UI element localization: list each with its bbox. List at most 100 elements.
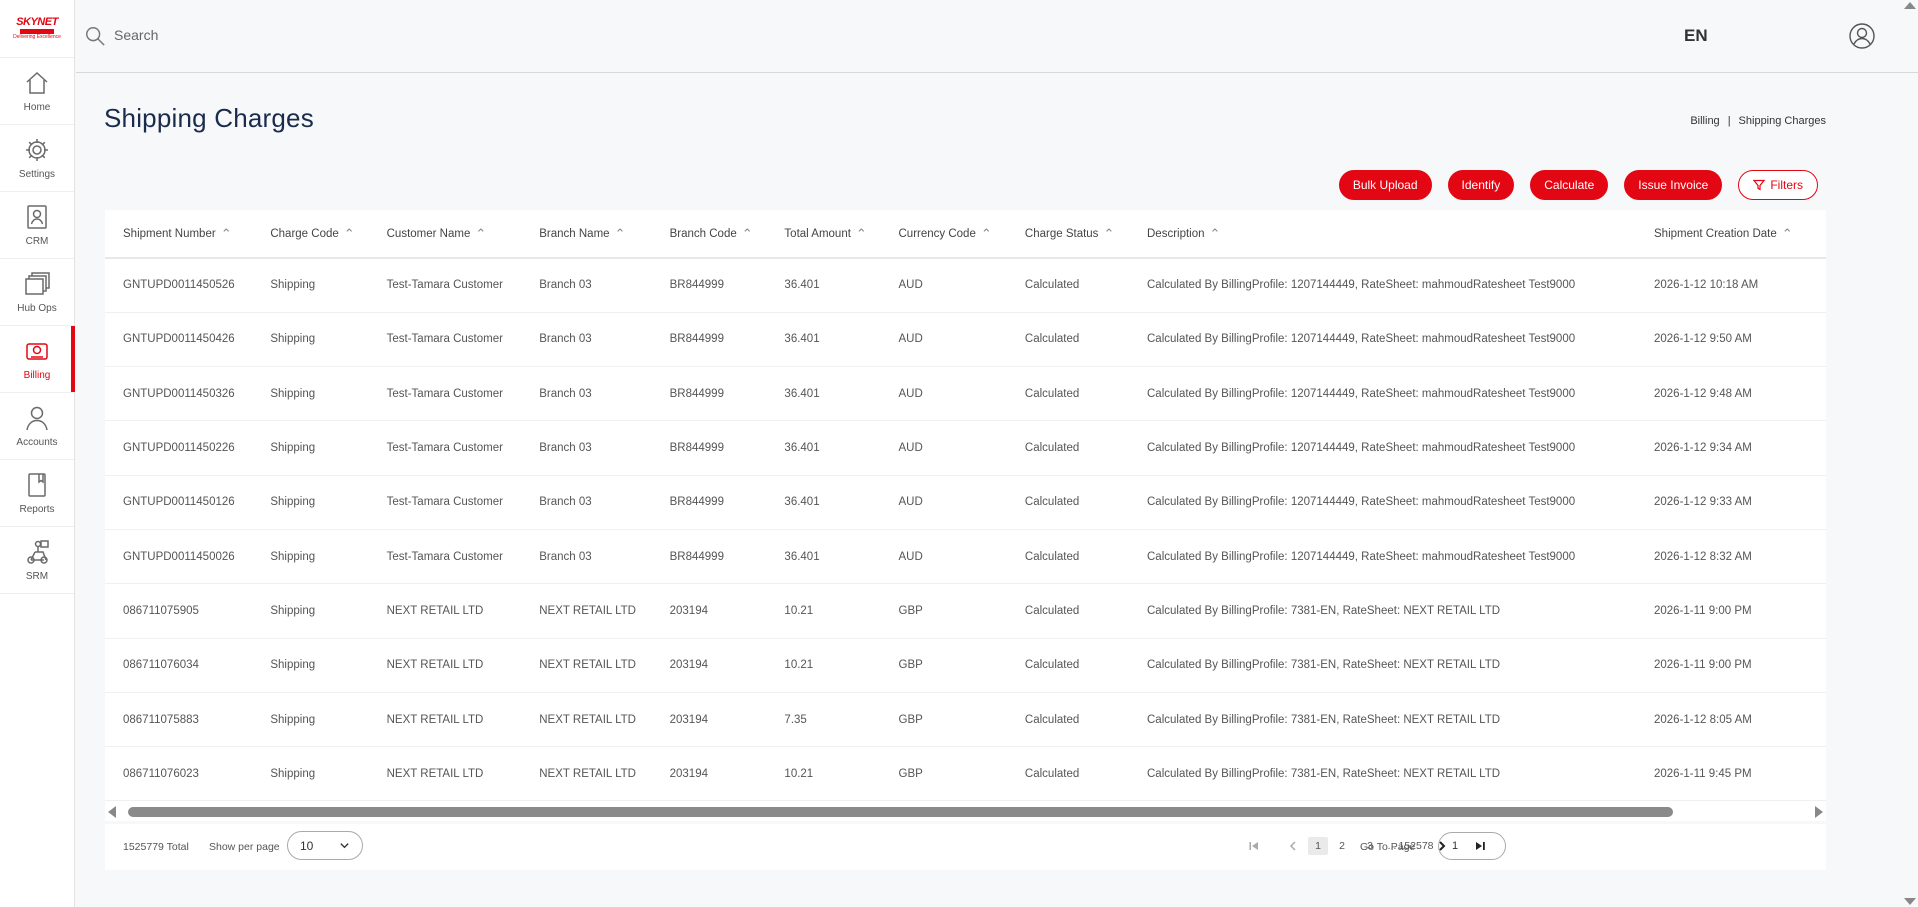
last-page-button[interactable] (1473, 837, 1487, 855)
breadcrumb-billing[interactable]: Billing (1690, 115, 1719, 127)
table-cell: 086711076023 (105, 746, 253, 802)
table-cell: Shipping (252, 258, 369, 313)
sort-icon[interactable]: ⌃ (742, 226, 753, 242)
table-row[interactable]: 086711076034 Shipping NEXT RETAIL LTD NEXT … (105, 638, 1826, 693)
sidebar-item-srm[interactable]: SRM (0, 527, 74, 594)
scroll-left-arrow[interactable] (108, 806, 116, 818)
table-cell: Calculated By BillingProfile: 7381-EN, R… (1129, 746, 1636, 802)
table-cell: Calculated By BillingProfile: 7381-EN, R… (1129, 692, 1636, 748)
table-cell: Calculated (1006, 312, 1129, 368)
column-header[interactable]: Shipment Creation Date ⌃ (1636, 210, 1814, 259)
scrollbar-thumb[interactable] (128, 807, 1673, 817)
sort-icon[interactable]: ⌃ (615, 226, 626, 242)
sidebar-item-label: Reports (19, 504, 55, 515)
column-header[interactable]: Customer Name ⌃ (368, 210, 522, 259)
page-button-2[interactable]: 2 (1334, 837, 1350, 855)
table-cell: Test-Tamara Customer (368, 312, 522, 368)
table-cell: 203194 (651, 692, 767, 748)
table-cell: Calculated By BillingProfile: 1207144449… (1129, 420, 1636, 476)
filters-button[interactable]: Filters (1738, 170, 1818, 200)
sidebar-item-crm[interactable]: CRM (0, 192, 74, 259)
sort-icon[interactable]: ⌃ (1210, 226, 1221, 242)
table-row[interactable]: GNTUPD0011450126 Shipping Test-Tamara Cust… (105, 475, 1826, 530)
sidebar-item-home[interactable]: Home (0, 58, 74, 125)
column-header[interactable]: Bi (1814, 210, 1826, 259)
identify-button[interactable]: Identify (1447, 170, 1515, 200)
table-cell: Test-Tamara Customer (368, 475, 522, 530)
app-logo[interactable]: SKYNET Delivering Excellence (0, 0, 74, 58)
issue-invoice-button[interactable]: Issue Invoice (1624, 170, 1723, 200)
column-header[interactable]: Currency Code ⌃ (880, 210, 1007, 259)
table-row[interactable]: GNTUPD0011450026 Shipping Test-Tamara Cust… (105, 529, 1826, 585)
scroll-up-arrow[interactable] (1904, 2, 1916, 9)
table-cell: GBP (880, 583, 1007, 639)
sort-icon[interactable]: ⌃ (475, 226, 486, 242)
column-header[interactable]: Shipment Number ⌃ (105, 210, 253, 259)
table-cell: Shipping (252, 746, 369, 802)
table-row[interactable]: 086711075905 Shipping NEXT RETAIL LTD NEXT … (105, 583, 1826, 639)
language-switcher[interactable]: EN (1684, 26, 1708, 46)
table-cell: AUD (880, 366, 1007, 422)
column-header[interactable]: Charge Status ⌃ (1006, 210, 1129, 259)
table-cell: Test-Tamara Customer (368, 420, 522, 476)
sidebar-item-accounts[interactable]: Accounts (0, 393, 74, 460)
column-header-label: Shipment Number (123, 227, 216, 240)
table-row[interactable]: GNTUPD0011450526 Shipping Test-Tamara Cust… (105, 258, 1826, 313)
column-header-label: Currency Code (898, 227, 976, 240)
column-header[interactable]: Branch Name ⌃ (521, 210, 652, 259)
per-page-label: Show per page (209, 841, 280, 853)
sort-icon[interactable]: ⌃ (344, 226, 355, 242)
sidebar-item-settings[interactable]: Settings (0, 125, 74, 192)
table-row[interactable]: GNTUPD0011450226 Shipping Test-Tamara Cust… (105, 420, 1826, 476)
table-row[interactable]: GNTUPD0011450326 Shipping Test-Tamara Cust… (105, 366, 1826, 422)
scroll-right-arrow[interactable] (1815, 806, 1823, 818)
first-page-button[interactable] (1247, 837, 1261, 855)
prev-page-button[interactable] (1287, 837, 1299, 855)
table-cell: NEXT RETAIL LTD (368, 583, 522, 639)
sidebar-item-hub-ops[interactable]: Hub Ops (0, 259, 74, 326)
sort-icon[interactable]: ⌃ (1103, 226, 1114, 242)
sort-icon[interactable]: ⌃ (856, 226, 867, 242)
horizontal-scrollbar[interactable] (105, 803, 1826, 821)
sidebar-item-reports[interactable]: Reports (0, 460, 74, 527)
scroll-down-arrow[interactable] (1904, 898, 1916, 905)
table-cell: BR844999 (651, 312, 767, 368)
column-header[interactable]: Description ⌃ (1129, 210, 1636, 259)
search-icon[interactable] (84, 25, 106, 47)
sort-icon[interactable]: ⌃ (981, 226, 992, 242)
table-row[interactable]: GNTUPD0011450426 Shipping Test-Tamara Cust… (105, 312, 1826, 368)
goto-page-input[interactable] (1438, 832, 1506, 860)
table-cell: 086711075883 (105, 692, 253, 748)
calculate-button[interactable]: Calculate (1530, 170, 1609, 200)
breadcrumb-separator: | (1727, 115, 1731, 127)
table-cell: GNTUPD0011450326 (105, 366, 253, 422)
table-cell: GNTUPD0011450026 (105, 529, 253, 585)
last-page-number[interactable]: 152578 (1398, 837, 1433, 855)
table-cell: Branch 03 (521, 420, 652, 476)
sort-icon[interactable]: ⌃ (1782, 226, 1793, 242)
column-header[interactable]: Branch Code ⌃ (651, 210, 767, 259)
courier-icon (27, 540, 49, 564)
page-button-1[interactable]: 1 (1308, 837, 1328, 855)
table-row[interactable]: 086711075883 Shipping NEXT RETAIL LTD NEXT … (105, 692, 1826, 748)
search-input[interactable] (114, 22, 514, 48)
chevron-right-icon (1439, 841, 1446, 851)
sidebar-item-label: Settings (18, 169, 56, 180)
book-icon (28, 473, 46, 497)
table-row[interactable]: 086711076023 Shipping NEXT RETAIL LTD NEXT … (105, 746, 1826, 802)
next-page-button[interactable] (1436, 837, 1448, 855)
bulk-upload-button[interactable]: Bulk Upload (1338, 170, 1432, 200)
table-cell: 10.21 (766, 638, 881, 693)
home-icon (26, 71, 48, 94)
sidebar-item-billing[interactable]: Billing (0, 326, 75, 393)
pagination-bar: 1525779 Total Show per page 10 Go To Pag… (105, 824, 1826, 870)
page-button-3[interactable]: 3 (1362, 837, 1378, 855)
column-header[interactable]: Total Amount ⌃ (766, 210, 881, 259)
table-header-row: Shipment Number ⌃ Charge Code ⌃ Customer Nam… (105, 210, 1826, 259)
per-page-select[interactable]: 10 (287, 831, 363, 860)
column-header[interactable]: Charge Code ⌃ (252, 210, 369, 259)
table-cell: AUD (880, 420, 1007, 476)
table-cell: BR844999 (651, 366, 767, 422)
sort-icon[interactable]: ⌃ (221, 226, 232, 242)
user-profile-icon[interactable] (1849, 23, 1875, 49)
